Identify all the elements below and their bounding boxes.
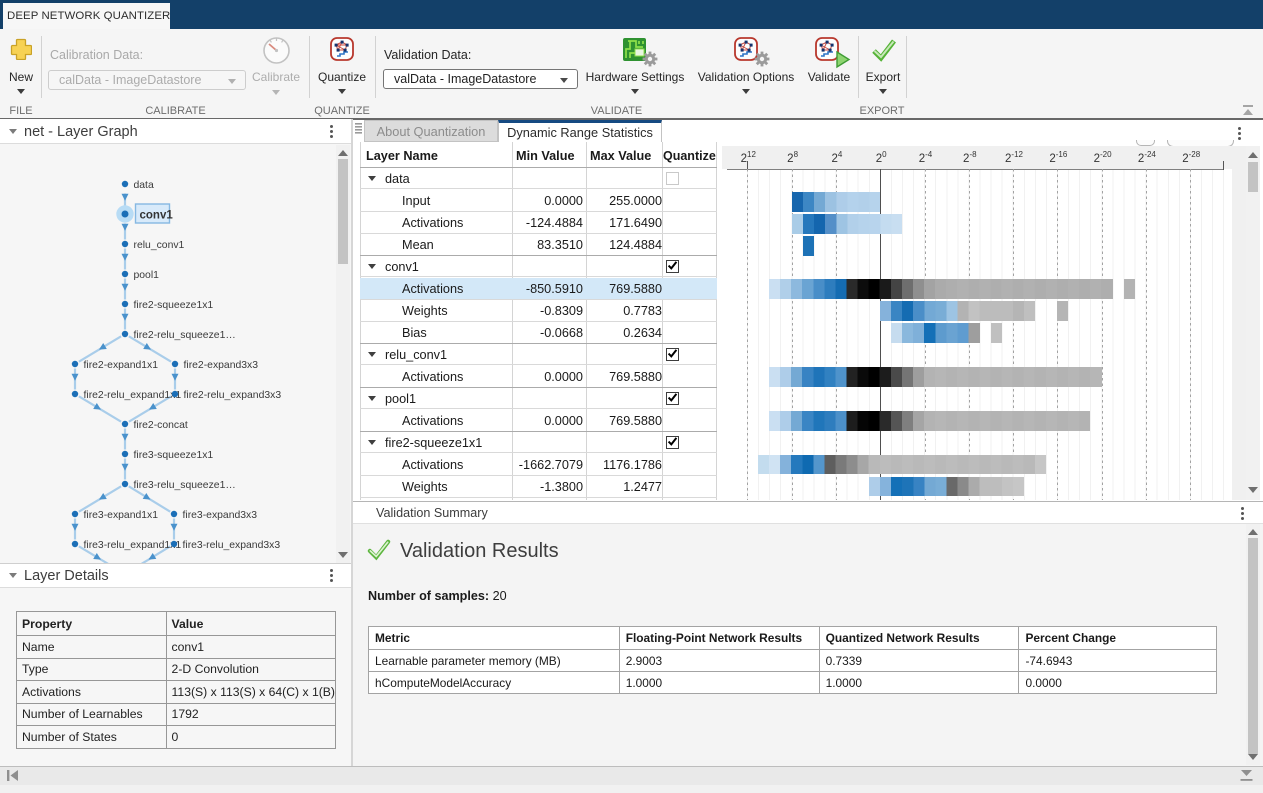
svg-text:fire3-expand3x3: fire3-expand3x3 xyxy=(183,510,258,521)
svg-text:fire2-expand1x1: fire2-expand1x1 xyxy=(84,360,159,371)
svg-text:fire2-relu_expand3x3: fire2-relu_expand3x3 xyxy=(184,390,282,401)
svg-text:fire2-expand3x3: fire2-expand3x3 xyxy=(184,360,259,371)
svg-text:relu_conv1: relu_conv1 xyxy=(134,240,185,251)
svg-text:fire2-concat: fire2-concat xyxy=(134,420,188,431)
svg-text:fire3-expand1x1: fire3-expand1x1 xyxy=(84,510,159,521)
svg-text:fire3-relu_expand1x1: fire3-relu_expand1x1 xyxy=(84,540,182,551)
svg-text:conv1: conv1 xyxy=(140,210,174,222)
svg-text:fire2-relu_expand1x1: fire2-relu_expand1x1 xyxy=(84,390,182,401)
svg-text:fire3-relu_squeeze1…: fire3-relu_squeeze1… xyxy=(134,480,236,491)
svg-text:fire3-relu_expand3x3: fire3-relu_expand3x3 xyxy=(183,540,281,551)
svg-text:pool1: pool1 xyxy=(134,270,160,281)
svg-text:fire3-squeeze1x1: fire3-squeeze1x1 xyxy=(134,450,214,461)
svg-text:data: data xyxy=(134,180,154,191)
svg-text:fire2-relu_squeeze1…: fire2-relu_squeeze1… xyxy=(134,330,236,341)
svg-text:fire2-squeeze1x1: fire2-squeeze1x1 xyxy=(134,300,214,311)
